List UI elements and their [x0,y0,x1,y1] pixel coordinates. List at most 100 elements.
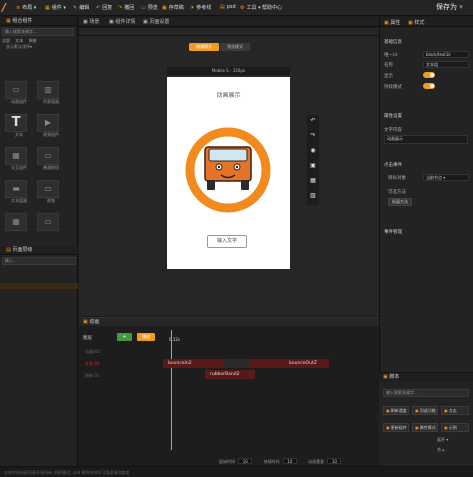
menu-components[interactable]: ▦ 组件 ▾ [45,4,66,11]
component-search-input[interactable]: 输入搜索关键字... [2,28,74,36]
tab-properties[interactable]: ▣ 属性 [384,19,400,26]
script-button[interactable]: ▣属性模式 [412,423,438,432]
menu-undo[interactable]: ↶ 回复 [96,4,112,11]
animation-panel-title: ▣ 动画 [79,318,379,326]
container-icon: ▬ [5,180,27,198]
event-target-label: 目标对象 [388,176,406,181]
component-item[interactable]: ▭ 普通按钮 [36,147,64,173]
play-animation-button[interactable]: 播放 [137,333,155,341]
grid-icon[interactable]: ▦ [309,177,317,185]
script-button[interactable]: ▣示例 [441,423,469,432]
block-icon: ▭ [37,213,59,231]
menu-preview[interactable]: ▭ 预览 [141,4,158,11]
tab-scene[interactable]: ▣ 场景 [83,18,99,26]
redo-icon[interactable]: ↷ [309,132,317,140]
animation-clip[interactable]: rubberBand2 [205,370,255,379]
show-toggle[interactable] [423,72,435,78]
phone-preview[interactable]: 动画展示 输入文字 [167,77,290,269]
selected-layer-row[interactable] [0,283,78,289]
script-button[interactable]: ▣更新插件 [383,423,409,432]
component-item[interactable]: ▦ 交互组件 [4,147,32,173]
top-menu-bar: / ≡ 布局 ▾ ▦ 组件 ▾ ✎ 编辑 ↶ 回复 ↷ 撤回 ▭ 预览 ▣ 存草稿 ✈ 参考线 … [0,0,473,16]
animation-clip[interactable]: bounceOutZ [249,359,329,368]
component-item[interactable]: ▭ 视频 [36,180,64,206]
save-as-button[interactable]: 保存为 ▾ [436,2,463,12]
menu-tools[interactable]: ⚙ 工具 ▾ [240,4,261,11]
duration-input[interactable]: 10 [282,458,297,464]
animation-footer: 起始时间 10 持续时间 10 动画重复 10 [219,458,342,465]
status-text: 本软件所有权归原开发所有, 同时建议, psd 模块仅供学习用途请勿商用 [4,470,130,475]
menu-help[interactable]: 帮助中心 [262,4,282,11]
animation-gap [223,359,249,368]
section-basic: 基础信息 [384,40,402,45]
script-search-input[interactable]: 输入搜索关键字... [383,389,469,397]
tab-page-settings[interactable]: ▣ 页面设置 [143,18,169,26]
event-target-select[interactable]: 当前节点 ▾ [423,174,469,181]
component-item[interactable]: ▬ 文本容器 [4,180,32,206]
phone-title[interactable]: 动画展示 [167,90,290,99]
eye-icon[interactable]: ◉ [309,147,317,155]
extend-method-button[interactable]: 拓展方法 [388,198,412,206]
script-button[interactable]: ▣回退功能 [412,406,438,415]
tab-component-detail[interactable]: ▣ 组件详情 [109,18,135,26]
psd-icon: ▤ [220,4,225,10]
undo-icon[interactable]: ↶ [309,117,317,125]
button-icon: ▭ [37,147,59,165]
animation-clip[interactable]: bounceIn2 [163,359,223,368]
menu-guides[interactable]: ✈ 参考线 [190,4,211,11]
right-tabs: ▣ 属性 ▣ 样式 [380,17,473,27]
undo-icon: ↶ [96,5,101,11]
component-item[interactable]: T 文本 [4,114,32,140]
tab-style[interactable]: ▣ 样式 [408,19,424,26]
filter-all[interactable]: 全部 [2,38,10,43]
track-label: 文本 01 [85,361,100,366]
panel-title-layers: ▤ 页面层级 [0,246,78,255]
device-label: Mobile S - 320px [167,67,290,75]
sort-dropdown[interactable]: 显示默认排序▾ [6,44,32,50]
menu-psd[interactable]: ▤ psd [220,4,236,10]
script-item-icon: ▣ [444,408,448,413]
interactive-icon: ▦ [5,147,27,165]
panel-title-components: ▦ 组合组件 [0,17,77,26]
timeline-playhead[interactable] [171,330,172,450]
track-label: 刷新 01 [85,373,100,378]
component-item[interactable]: ▭ 动画组件 [4,81,32,107]
start-time-input[interactable]: 10 [238,458,253,464]
menu-edit[interactable]: ✎ 编辑 [73,4,89,11]
script-button[interactable]: ▣刷新速度 [383,406,409,415]
event-method-label: 可选方法 [388,190,406,195]
filter-system[interactable]: 系统 [29,38,37,43]
edit-icon: ✎ [73,5,78,11]
add-animation-button[interactable]: + [117,333,132,341]
name-label: 名称 [384,63,393,68]
image-icon[interactable]: ▨ [309,192,317,200]
lock-toggle[interactable] [423,83,435,89]
layers-panel: ▤ 页面层级 输入... [0,246,78,289]
truck-animation-image[interactable] [183,125,273,215]
filter-text[interactable]: 文本 [15,38,23,43]
layer-search-input[interactable]: 输入... [2,257,76,265]
menu-save-draft[interactable]: ▣ 存草稿 [162,4,184,11]
component-item[interactable]: ▭ [36,213,64,239]
list-icon: ▥ [37,81,59,99]
id-field[interactable]: block/text1k [423,51,469,58]
menu-redo[interactable]: ↷ 撤回 [118,4,134,11]
component-item[interactable]: ▶ 视频组件 [36,114,64,140]
script-item-icon: ▣ [386,425,390,430]
menu-layout[interactable]: ≡ 布局 ▾ [16,4,36,11]
text-content-field[interactable]: 动画展示 [384,135,468,144]
edit-mode-button[interactable]: 编辑模式 [189,43,219,51]
name-field[interactable]: 文本组 [423,61,469,68]
tools-icon: ⚙ [240,5,245,11]
script-expand[interactable]: 展开 ▾ [437,437,448,443]
component-item[interactable]: ▦ [4,213,32,239]
component-item[interactable]: ▥ 列表容器 [36,81,64,107]
save-icon[interactable]: ▣ [309,162,317,170]
script-button[interactable]: ▣点击 [441,406,469,415]
script-collapse[interactable]: 合 ▴ [437,447,444,453]
lock-label: 持续模式 [384,85,402,90]
phone-input-button[interactable]: 输入文字 [207,235,247,248]
preview-icon: ▭ [141,5,146,11]
repeat-input[interactable]: 10 [327,458,342,464]
preview-mode-button[interactable]: 预览模式 [220,43,250,51]
